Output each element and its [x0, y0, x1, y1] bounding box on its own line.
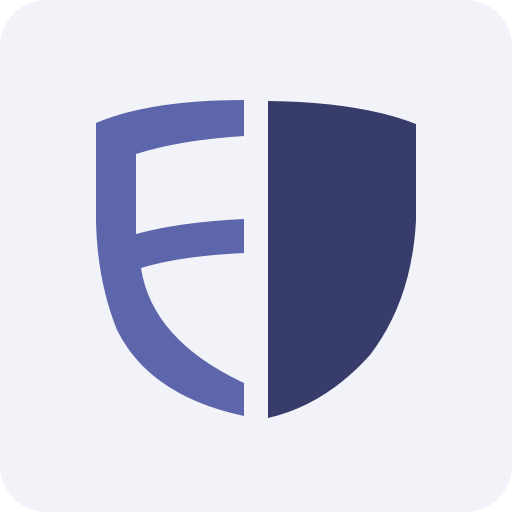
shield-logo-icon [0, 0, 512, 512]
icon-background [0, 0, 512, 512]
app-icon[interactable] [0, 0, 512, 512]
